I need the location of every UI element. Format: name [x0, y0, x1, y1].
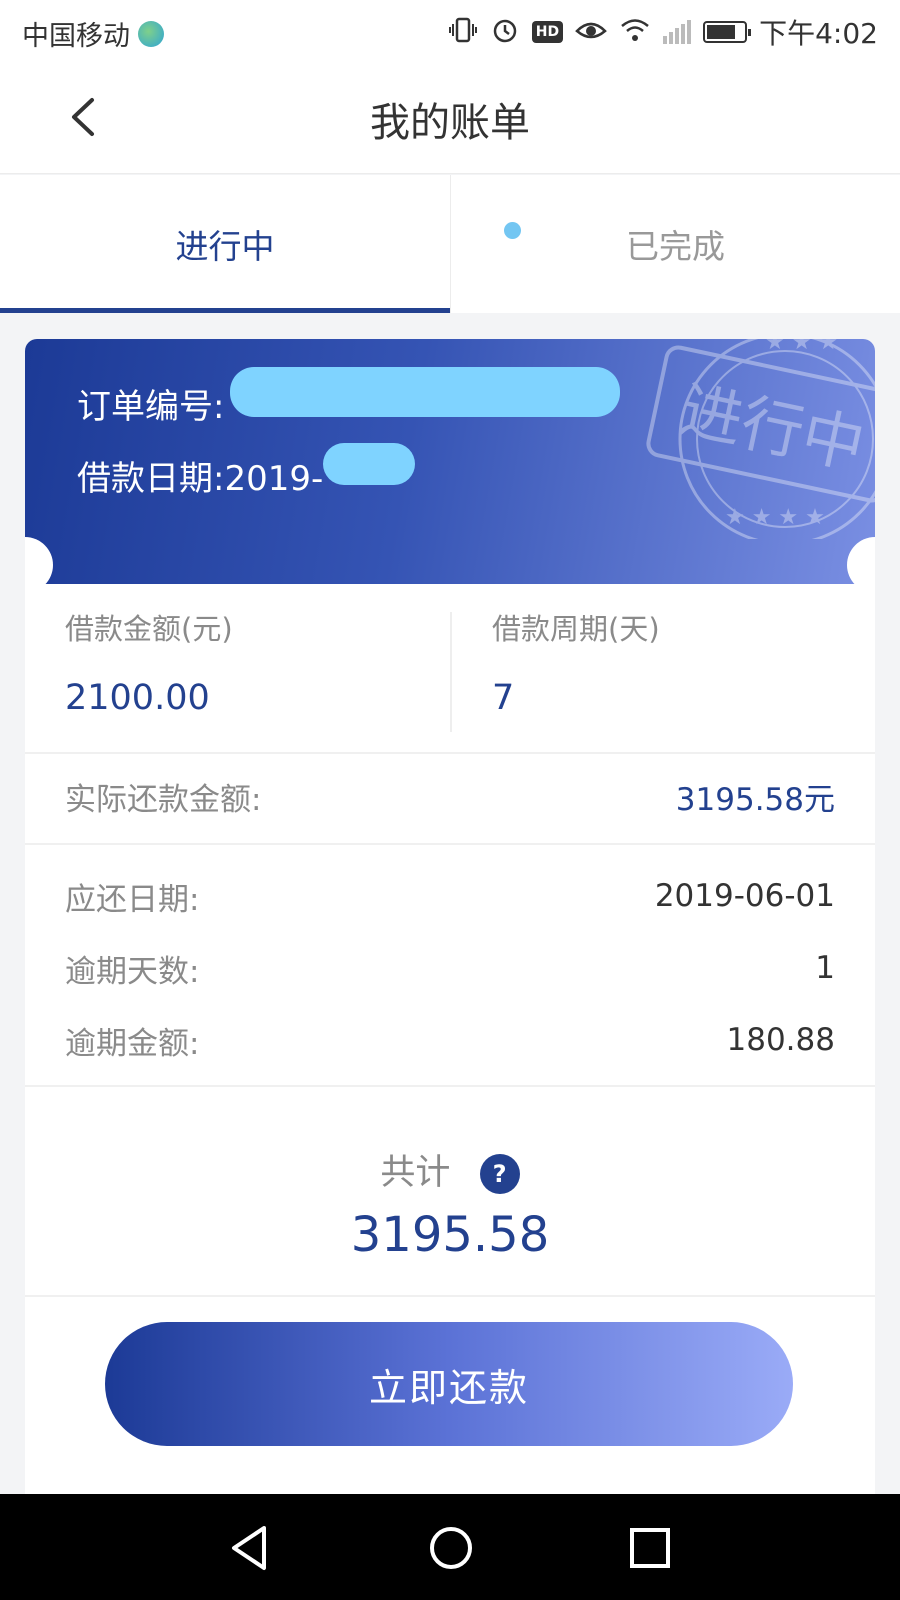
tab-notification-dot: [504, 222, 521, 239]
svg-text:★ ★ ★ ★: ★ ★ ★ ★: [725, 505, 825, 530]
section-divider: [25, 1085, 875, 1087]
vibrate-icon: [448, 15, 478, 49]
bill-tabs: 进行中 已完成: [0, 175, 900, 313]
tab-in-progress[interactable]: 进行中: [0, 175, 450, 313]
nav-recent-button[interactable]: [622, 1520, 678, 1576]
nav-home-button[interactable]: [423, 1520, 479, 1576]
total-label-row: 共计 ?: [25, 1144, 875, 1195]
actual-repayment-row: 实际还款金额: 3195.58元: [65, 771, 835, 821]
actual-repayment-value: 3195.58元: [675, 781, 835, 818]
loan-period-block: 借款周期(天) 7: [492, 584, 842, 754]
status-time: 下午4:02: [759, 17, 878, 50]
status-bar: 中国移动 HD 下午4:02: [0, 0, 900, 62]
in-progress-stamp: 进行中 ★ ★ ★ ★ ★ ★ ★: [646, 339, 875, 539]
system-nav-bar: [0, 1494, 900, 1600]
signal-strength-icon: [663, 20, 692, 44]
overdue-days-row: 逾期天数: 1: [65, 943, 835, 993]
stat-divider: [450, 612, 452, 732]
overdue-days-label: 逾期天数:: [65, 953, 200, 990]
loan-amount-value: 2100.00: [65, 678, 210, 718]
loan-amount-block: 借款金额(元) 2100.00: [65, 584, 445, 754]
pay-now-button[interactable]: 立即还款: [105, 1322, 793, 1446]
app-header: 我的账单: [0, 62, 900, 174]
eye-comfort-icon: [575, 15, 607, 49]
section-divider: [25, 1295, 875, 1297]
actual-repayment-label: 实际还款金额:: [65, 781, 262, 818]
redaction-mark: [230, 367, 620, 417]
overdue-days-value: 1: [815, 950, 835, 986]
loan-amount-label: 借款金额(元): [65, 612, 233, 646]
triangle-back-icon: [232, 1526, 266, 1570]
overdue-amount-value: 180.88: [726, 1022, 835, 1058]
wifi-icon: [619, 15, 651, 49]
carrier-name: 中国移动: [22, 21, 130, 52]
bill-card: 进行中 ★ ★ ★ ★ ★ ★ ★ 订单编号: 借款日期:2019- 借款金额(…: [25, 339, 875, 1494]
square-recent-icon: [630, 1528, 670, 1568]
total-amount: 3195.58: [350, 1207, 550, 1263]
section-divider: [25, 843, 875, 845]
battery-icon: [703, 21, 752, 43]
due-date-label: 应还日期:: [65, 881, 200, 918]
hd-badge: HD: [531, 21, 564, 43]
due-date-row: 应还日期: 2019-06-01: [65, 871, 835, 921]
redaction-mark: [323, 443, 415, 485]
overdue-amount-label: 逾期金额:: [65, 1025, 200, 1062]
page-title: 我的账单: [370, 100, 530, 146]
tab-completed[interactable]: 已完成: [450, 175, 900, 313]
circle-home-icon: [430, 1527, 472, 1569]
loan-date: 借款日期:2019-: [77, 459, 324, 499]
carrier-globe-icon: [138, 20, 164, 47]
loan-period-label: 借款周期(天): [492, 612, 660, 646]
help-icon[interactable]: ?: [479, 1154, 520, 1194]
loan-period-value: 7: [492, 678, 515, 718]
alarm-icon: [490, 15, 520, 49]
overdue-amount-row: 逾期金额: 180.88: [65, 1015, 835, 1065]
due-date-value: 2019-06-01: [654, 878, 835, 914]
order-header: 进行中 ★ ★ ★ ★ ★ ★ ★ 订单编号: 借款日期:2019-: [25, 339, 875, 584]
status-right: HD 下午4:02: [448, 12, 878, 52]
total-label: 共计: [380, 1153, 451, 1193]
svg-text:★ ★ ★: ★ ★ ★: [765, 339, 838, 355]
status-left: 中国移动: [22, 14, 164, 53]
loan-summary: 借款金额(元) 2100.00 借款周期(天) 7: [25, 584, 875, 754]
nav-back-button[interactable]: [224, 1520, 280, 1576]
order-number: 订单编号:: [77, 387, 225, 427]
